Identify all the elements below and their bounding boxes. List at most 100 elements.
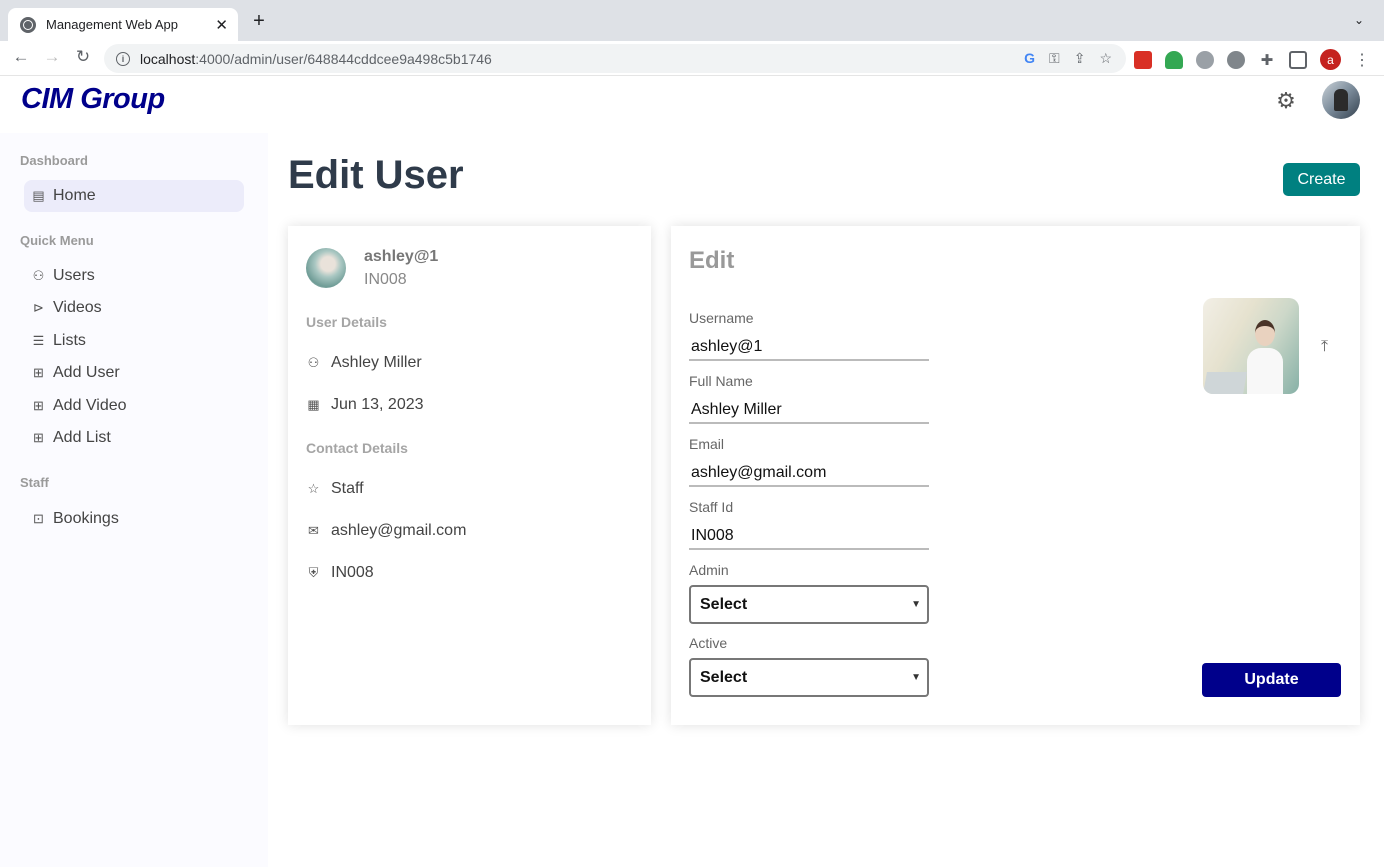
chevron-down-icon: ▼ [911,599,921,610]
google-icon[interactable]: G [1024,50,1035,67]
star-icon: ☆ [307,481,320,496]
admin-label: Admin [689,562,729,578]
sidebar-item-label: Add List [53,429,111,446]
show-email: ashley@gmail.com [331,522,467,539]
full-name-label: Full Name [689,373,753,389]
page-title: Edit User [288,153,464,197]
share-icon[interactable]: ⇪ [1074,50,1086,67]
show-staff-id: IN008 [364,271,407,288]
address-bar[interactable]: i localhost:4000/admin/user/648844cddcee… [104,44,1126,73]
active-select[interactable]: Select ▼ [689,658,929,697]
user-avatar[interactable] [1322,81,1360,119]
tab-title: Management Web App [46,17,179,32]
extensions-puzzle-icon[interactable]: ✚ [1258,51,1276,69]
browser-toolbar: ← → ↻ i localhost:4000/admin/user/648844… [0,41,1384,76]
profile-avatar[interactable]: a [1320,49,1341,70]
mail-icon: ✉ [308,523,319,538]
staff-id-label: Staff Id [689,499,734,515]
show-email-row: ✉ ashley@gmail.com [306,522,466,540]
list-icon: ☰ [32,333,45,348]
globe-icon [20,16,36,33]
user-icon: ⚇ [32,268,45,283]
person-icon: ⚇ [307,355,320,370]
active-select-value: Select [700,668,748,686]
sidebar-item-add-video[interactable]: ⊞ Add Video [24,390,244,422]
user-show-card: ashley@1 IN008 User Details ⚇ Ashley Mil… [288,226,651,725]
sidebar-item-users[interactable]: ⚇ Users [24,260,244,292]
reload-icon[interactable]: ↻ [72,47,94,67]
sidebar-item-label: Lists [53,332,86,349]
sidebar-item-label: Add Video [53,397,127,414]
new-tab-button[interactable]: + [248,10,270,33]
sidebar-item-add-user[interactable]: ⊞ Add User [24,357,244,389]
create-button[interactable]: Create [1283,163,1360,196]
sidebar-item-label: Bookings [53,510,119,527]
sidebar-section-staff: Staff [20,475,49,490]
play-icon: ⊳ [33,300,44,315]
forward-icon[interactable]: → [41,47,63,67]
home-icon: ▤ [32,188,45,203]
active-label: Active [689,635,728,651]
site-info-icon[interactable]: i [116,51,130,66]
chevron-down-icon: ▼ [911,672,921,683]
edit-title: Edit [689,247,735,274]
email-input[interactable] [689,461,929,487]
sidebar-item-label: Add User [53,364,120,381]
sidebar-item-lists[interactable]: ☰ Lists [24,325,244,357]
tab-close-icon[interactable]: ✕ [215,16,228,34]
upload-icon[interactable]: ⤒ [1321,338,1337,356]
contact-details-title: Contact Details [306,440,408,456]
add-box-icon: ⊞ [33,365,44,380]
back-icon[interactable]: ← [10,47,32,67]
extension-tree-icon[interactable] [1165,50,1183,69]
staff-id-input[interactable] [689,524,929,550]
verified-shield-icon: ⛨ [308,565,319,580]
user-avatar-small [306,248,346,288]
show-staff-id-value: IN008 [331,564,374,581]
admin-select[interactable]: Select ▼ [689,585,929,624]
calendar-icon: ▦ [307,397,320,412]
show-full-name: Ashley Miller [331,354,422,371]
tab-search-icon[interactable]: ⌄ [1354,13,1364,27]
full-name-input[interactable] [689,398,929,424]
browser-tab[interactable]: Management Web App ✕ [8,8,238,41]
sidebar-item-add-list[interactable]: ⊞ Add List [24,422,244,454]
show-role: Staff [331,480,364,497]
username-input[interactable] [689,335,929,361]
briefcase-icon: ⊡ [33,511,44,526]
bookmark-star-icon[interactable]: ☆ [1099,50,1112,67]
add-box-icon: ⊞ [33,430,44,445]
extension-bug-icon[interactable] [1196,50,1214,69]
update-button[interactable]: Update [1202,663,1341,697]
show-role-row: ☆ Staff [306,480,364,498]
sidebar-item-label: Home [53,187,96,204]
username-label: Username [689,310,754,326]
sidebar-item-label: Users [53,267,95,284]
sidebar-item-videos[interactable]: ⊳ Videos [24,292,244,324]
side-panel-icon[interactable] [1289,50,1307,69]
sidebar-item-home[interactable]: ▤ Home [24,180,244,212]
email-label: Email [689,436,725,452]
show-full-name-row: ⚇ Ashley Miller [306,354,422,372]
sidebar-section-dashboard: Dashboard [20,153,88,168]
user-details-title: User Details [306,314,387,330]
add-box-icon: ⊞ [33,398,44,413]
user-edit-card: Edit Username Full Name Email Staff Id A… [671,226,1360,725]
show-staff-id-row: ⛨ IN008 [306,564,374,582]
show-date: Jun 13, 2023 [331,396,424,413]
settings-gear-icon[interactable]: ⚙ [1274,89,1298,113]
browser-tab-strip: Management Web App ✕ + ⌄ [0,0,1384,41]
app-logo[interactable]: CIM Group [21,83,165,116]
sidebar-item-bookings[interactable]: ⊡ Bookings [24,503,244,535]
key-icon[interactable]: ⚿ [1049,50,1060,67]
show-username: ashley@1 [364,248,439,265]
url-host: localhost [140,50,196,67]
user-photo [1203,298,1299,394]
more-menu-icon[interactable]: ⋮ [1354,50,1370,70]
sidebar-item-label: Videos [53,299,102,316]
url-path: :4000/admin/user/648844cddcee9a498c5b174… [195,50,492,67]
extension-brain-icon[interactable] [1227,50,1245,69]
extension-red-icon[interactable] [1134,50,1152,69]
sidebar: Dashboard ▤ Home Quick Menu ⚇ Users ⊳ Vi… [0,133,268,867]
admin-select-value: Select [700,595,748,613]
